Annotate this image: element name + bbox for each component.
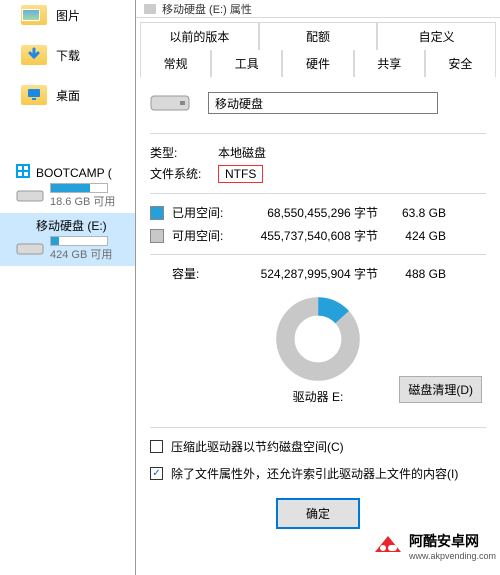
tab-tools[interactable]: 工具 <box>211 50 282 77</box>
watermark-text: 阿酷安卓网 <box>409 531 496 551</box>
tab-security[interactable]: 安全 <box>425 50 496 77</box>
value-filesystem: NTFS <box>218 165 263 183</box>
label-type: 类型: <box>150 144 218 161</box>
sidebar-item-label: 桌面 <box>56 87 80 104</box>
tab-previous-versions[interactable]: 以前的版本 <box>140 22 259 50</box>
label-capacity: 容量: <box>150 265 230 282</box>
label-free: 可用空间: <box>172 227 230 244</box>
sidebar-drive-removable[interactable]: 移动硬盘 (E:) 424 GB 可用 <box>0 213 135 266</box>
dialog-title: 移动硬盘 (E:) 属性 <box>162 1 252 17</box>
tab-hardware[interactable]: 硬件 <box>282 50 353 77</box>
compress-checkbox[interactable] <box>150 440 163 453</box>
usage-donut-chart <box>275 296 361 382</box>
downloads-folder-icon <box>20 44 48 66</box>
watermark-logo-icon <box>371 532 405 560</box>
drive-sub: 424 GB 可用 <box>50 246 112 262</box>
sidebar-item-desktop[interactable]: 桌面 <box>0 80 135 110</box>
tab-general[interactable]: 常规 <box>140 50 211 78</box>
drive-icon <box>16 239 44 259</box>
windows-badge-icon <box>16 164 30 181</box>
used-swatch-icon <box>150 206 164 220</box>
usage-bar <box>50 236 108 246</box>
drive-name-input[interactable] <box>208 92 438 114</box>
drive-icon <box>144 4 156 14</box>
capacity-bytes: 524,287,995,904 字节 <box>238 265 378 282</box>
drive-sub: 18.6 GB 可用 <box>50 193 115 209</box>
tab-strip: 以前的版本 配额 自定义 常规 工具 硬件 共享 安全 <box>136 18 500 77</box>
index-label: 除了文件属性外，还允许索引此驱动器上文件的内容(I) <box>171 465 458 482</box>
used-bytes: 68,550,455,296 字节 <box>238 204 378 221</box>
tab-quota[interactable]: 配额 <box>259 22 378 50</box>
sidebar-item-downloads[interactable]: 下载 <box>0 40 135 70</box>
drive-icon <box>150 91 190 115</box>
tab-sharing[interactable]: 共享 <box>354 50 425 77</box>
label-filesystem: 文件系统: <box>150 165 218 183</box>
desktop-folder-icon <box>20 84 48 106</box>
value-type: 本地磁盘 <box>218 144 266 161</box>
sidebar-item-label: 图片 <box>56 7 80 24</box>
free-bytes: 455,737,540,608 字节 <box>238 227 378 244</box>
label-used: 已用空间: <box>172 204 230 221</box>
ok-button[interactable]: 确定 <box>276 498 360 529</box>
free-swatch-icon <box>150 229 164 243</box>
sidebar-item-label: 下载 <box>56 47 80 64</box>
sidebar-drive-bootcamp[interactable]: BOOTCAMP ( 18.6 GB 可用 <box>0 160 135 213</box>
capacity-gb: 488 GB <box>386 267 446 281</box>
watermark-sub: www.akpvending.com <box>409 551 496 561</box>
properties-dialog: 移动硬盘 (E:) 属性 以前的版本 配额 自定义 常规 工具 硬件 共享 安全… <box>135 0 500 575</box>
pictures-folder-icon <box>20 4 48 26</box>
titlebar: 移动硬盘 (E:) 属性 <box>136 0 500 18</box>
sidebar-item-pictures[interactable]: 图片 <box>0 0 135 30</box>
index-checkbox[interactable]: ✓ <box>150 467 163 480</box>
drive-name: 移动硬盘 (E:) <box>36 217 107 234</box>
disk-cleanup-button[interactable]: 磁盘清理(D) <box>399 376 482 403</box>
usage-bar <box>50 183 108 193</box>
free-gb: 424 GB <box>386 229 446 243</box>
drive-name: BOOTCAMP ( <box>36 166 112 180</box>
compress-label: 压缩此驱动器以节约磁盘空间(C) <box>171 438 344 455</box>
explorer-sidebar: 图片 下载 桌面 BOOTCAMP ( 18.6 GB <box>0 0 135 575</box>
used-gb: 63.8 GB <box>386 206 446 220</box>
watermark: 阿酷安卓网 www.akpvending.com <box>367 527 500 565</box>
tab-content: 类型: 本地磁盘 文件系统: NTFS 已用空间: 68,550,455,296… <box>136 77 500 545</box>
drive-icon <box>16 186 44 206</box>
tab-customize[interactable]: 自定义 <box>377 22 496 50</box>
